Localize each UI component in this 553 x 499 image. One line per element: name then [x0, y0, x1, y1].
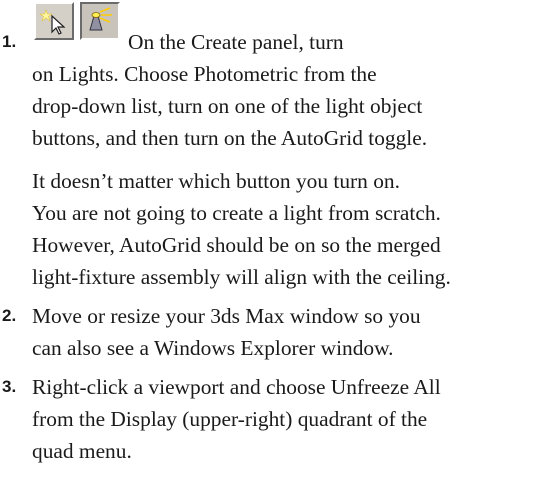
- step-text-line: can also see a Windows Explorer window.: [32, 336, 394, 360]
- step-3: 3. Right-click a viewport and choose Unf…: [2, 371, 548, 467]
- note-text-line: It doesn’t matter which button you turn …: [32, 169, 400, 193]
- step-text-line: buttons, and then turn on the AutoGrid t…: [32, 126, 428, 150]
- note-text-line: However, AutoGrid should be on so the me…: [32, 233, 441, 257]
- step-number: 3.: [2, 377, 17, 396]
- step-text-line: On the Create panel, turn: [128, 30, 344, 54]
- step-text-line: Move or resize your 3ds Max window so yo…: [32, 304, 421, 328]
- step-1-note: It doesn’t matter which button you turn …: [32, 165, 548, 293]
- step-number: 2.: [2, 306, 17, 325]
- step-1: 1. On the Create panel, turn on Lights. …: [2, 26, 548, 154]
- step-text-line: drop-down list, turn on one of the light…: [32, 94, 423, 118]
- step-number: 1.: [2, 32, 17, 51]
- note-text-line: You are not going to create a light from…: [32, 201, 441, 225]
- step-2: 2. Move or resize your 3ds Max window so…: [2, 300, 548, 364]
- step-text-line: on Lights. Choose Photometric from the: [32, 62, 377, 86]
- step-text-line: quad menu.: [32, 439, 132, 463]
- step-text-line: Right-click a viewport and choose Unfree…: [32, 375, 441, 399]
- step-text-line: from the Display (upper-right) quadrant …: [32, 407, 428, 431]
- note-text-line: light-fixture assembly will align with t…: [32, 265, 451, 289]
